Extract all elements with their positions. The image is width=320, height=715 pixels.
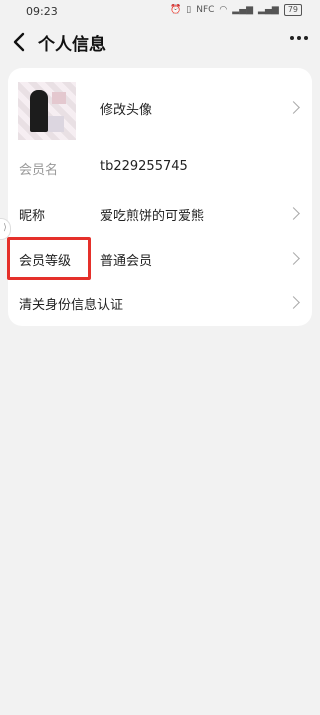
more-button[interactable] bbox=[290, 36, 308, 40]
member-name-label: 会员名 bbox=[19, 163, 59, 178]
chevron-right-icon bbox=[287, 101, 300, 114]
id-verify-label: 清关身份信息认证 bbox=[19, 298, 124, 313]
battery-icon: 79 bbox=[283, 4, 302, 16]
avatar-row[interactable]: 修改头像 bbox=[8, 68, 312, 152]
chevron-right-icon bbox=[287, 252, 300, 265]
nav-bar: 个人信息 bbox=[0, 26, 320, 62]
status-icons: ⏰ ▯ NFC ◠ ▂▄▆ ▂▄▆ 79 bbox=[170, 4, 302, 16]
member-level-value: 普通会员 bbox=[100, 254, 153, 269]
chevron-right-icon bbox=[287, 296, 300, 309]
status-time: 09:23 bbox=[26, 5, 58, 18]
change-avatar-label: 修改头像 bbox=[100, 103, 153, 118]
highlight-box bbox=[7, 237, 91, 280]
more-dot-icon bbox=[290, 36, 294, 40]
nickname-value: 爱吃煎饼的可爱熊 bbox=[100, 209, 205, 224]
id-verify-row[interactable]: 清关身份信息认证 bbox=[8, 290, 312, 326]
nickname-label: 昵称 bbox=[19, 209, 46, 224]
more-dot-icon bbox=[304, 36, 308, 40]
member-name-value: tb229255745 bbox=[100, 159, 188, 174]
wifi-icon: ◠ bbox=[219, 5, 228, 15]
signal-icon: ▂▄▆ bbox=[232, 5, 254, 15]
alarm-icon: ⏰ bbox=[170, 5, 182, 15]
nfc-icon: NFC bbox=[196, 5, 215, 15]
back-arrow-icon bbox=[13, 32, 25, 52]
vibrate-icon: ▯ bbox=[186, 5, 192, 15]
back-button[interactable] bbox=[10, 30, 34, 54]
status-bar: 09:23 ⏰ ▯ NFC ◠ ▂▄▆ ▂▄▆ 79 bbox=[0, 0, 320, 24]
chevron-right-icon bbox=[287, 207, 300, 220]
member-name-row: 会员名 tb229255745 bbox=[8, 152, 312, 198]
profile-card: 修改头像 会员名 tb229255745 昵称 爱吃煎饼的可爱熊 会员等级 普通… bbox=[8, 68, 312, 326]
more-dot-icon bbox=[297, 36, 301, 40]
avatar[interactable] bbox=[18, 82, 76, 140]
page-title: 个人信息 bbox=[38, 35, 106, 55]
signal-icon: ▂▄▆ bbox=[258, 5, 279, 15]
